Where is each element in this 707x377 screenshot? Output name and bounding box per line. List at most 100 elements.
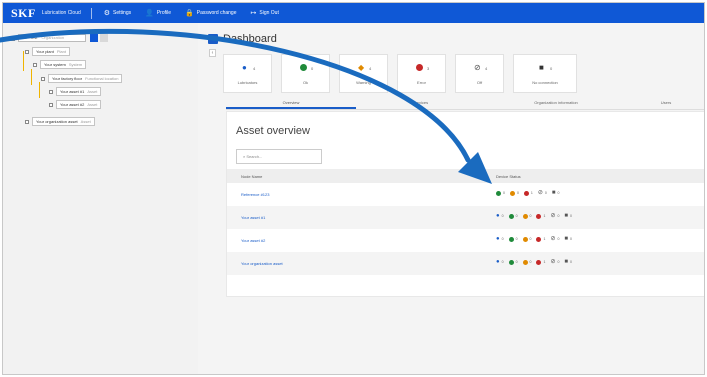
tree-root-checkbox[interactable] bbox=[10, 35, 15, 41]
person-icon: ● bbox=[496, 259, 500, 265]
tree-node-box: Your organization asset Asset bbox=[32, 117, 95, 126]
card-label: Lubricators bbox=[237, 80, 258, 85]
person-icon: ● bbox=[242, 63, 247, 72]
table-row[interactable]: Reference #123 0 0 1 ⊘ 0 ■ 0 bbox=[227, 183, 704, 206]
status-lubricators: ● 0 bbox=[496, 213, 504, 219]
status-error: 1 bbox=[523, 190, 533, 196]
card-error[interactable]: 3 Error bbox=[397, 54, 446, 93]
tab-devices[interactable]: Devices bbox=[356, 98, 486, 109]
status-count: 0 bbox=[570, 214, 572, 218]
column-header-node-name[interactable]: Node Name bbox=[241, 174, 262, 179]
card-count: 4 bbox=[253, 66, 256, 71]
status-count: 0 bbox=[515, 214, 518, 218]
status-no-connection: ■ 0 bbox=[564, 236, 572, 242]
status-lubricators: ● 0 bbox=[496, 259, 504, 265]
tree-node-plant[interactable]: Your plant Plant bbox=[25, 47, 70, 56]
organization-name: Val - Test bbox=[21, 35, 38, 40]
tree-node-checkbox[interactable] bbox=[25, 49, 29, 54]
no-connection-icon: ■ bbox=[564, 259, 569, 265]
card-label: Warning bbox=[356, 80, 371, 85]
status-warning: 0 bbox=[522, 236, 531, 242]
add-node-button[interactable] bbox=[90, 34, 98, 42]
node-name-link[interactable]: Your asset #1 bbox=[241, 215, 265, 220]
status-off: ⊘ 0 bbox=[550, 236, 559, 242]
app-window: SKF Lubrication Cloud ⚙ Settings 👤 Profi… bbox=[2, 2, 705, 375]
nav-profile[interactable]: 👤 Profile bbox=[145, 10, 171, 17]
no-connection-icon: ■ bbox=[539, 63, 544, 72]
tree-node-label: Your plant bbox=[36, 49, 54, 54]
organization-selector[interactable]: Val - Test Organization bbox=[18, 34, 86, 42]
tab-organization-information[interactable]: Organization information bbox=[486, 98, 626, 109]
tree-connector bbox=[23, 51, 24, 71]
tree-node-box: Your system System bbox=[40, 60, 87, 69]
tree-node-asset-2[interactable]: Your asset #2 Asset bbox=[49, 100, 102, 109]
app-name: Lubrication Cloud bbox=[41, 10, 81, 16]
card-off[interactable]: ⊘ 4 Off bbox=[455, 54, 504, 93]
status-count: 0 bbox=[501, 260, 504, 264]
tree-node-system[interactable]: Your system System bbox=[33, 60, 87, 69]
status-count: 1 bbox=[543, 237, 546, 241]
status-off: ⊘ 0 bbox=[538, 190, 547, 196]
tab-users[interactable]: Users bbox=[626, 98, 704, 109]
organization-meta: Organization bbox=[41, 35, 65, 40]
more-options-button[interactable] bbox=[100, 34, 108, 42]
tree-node-checkbox[interactable] bbox=[41, 76, 45, 81]
tree-connector bbox=[31, 69, 32, 85]
device-status: ● 0 0 0 1 ⊘ 0 ■ 0 bbox=[496, 213, 577, 219]
tree-node-checkbox[interactable] bbox=[25, 119, 29, 124]
table-row[interactable]: Your asset #1 ● 0 0 0 1 ⊘ 0 ■ 0 bbox=[227, 206, 704, 229]
card-warning[interactable]: ◆ 4 Warning bbox=[339, 54, 388, 93]
card-no-connection[interactable]: ■ 0 No connection bbox=[513, 54, 577, 93]
nav-sign-out[interactable]: ↦ Sign Out bbox=[251, 10, 279, 17]
node-name-link[interactable]: Your asset #2 bbox=[241, 238, 265, 243]
tree-node-checkbox[interactable] bbox=[49, 102, 53, 107]
tree-node-organization-asset[interactable]: Your organization asset Asset bbox=[25, 117, 95, 126]
ok-icon bbox=[300, 64, 307, 73]
tab-overview[interactable]: Overview bbox=[226, 98, 356, 109]
status-warning: 0 bbox=[522, 213, 531, 219]
page-title: Dashboard bbox=[223, 33, 277, 45]
user-icon: 👤 bbox=[145, 9, 154, 17]
status-error: 1 bbox=[536, 236, 546, 242]
ok-icon bbox=[508, 236, 514, 242]
status-count: 0 bbox=[557, 191, 560, 195]
nav-divider bbox=[90, 7, 92, 19]
search-input[interactable]: ⌕ Search... bbox=[236, 149, 322, 164]
status-no-connection: ■ 0 bbox=[564, 213, 572, 219]
nav-settings[interactable]: ⚙ Settings bbox=[104, 10, 131, 17]
nav-sign-out-label: Sign Out bbox=[259, 10, 279, 16]
dashboard-icon bbox=[208, 34, 218, 44]
node-name-link[interactable]: Your organization asset bbox=[241, 261, 283, 266]
table-row[interactable]: Your asset #2 ● 0 0 0 1 ⊘ 0 ■ 0 bbox=[227, 229, 704, 252]
tree-node-checkbox[interactable] bbox=[49, 89, 53, 94]
device-status: ● 0 0 0 1 ⊘ 0 ■ 0 bbox=[496, 259, 577, 265]
status-count: 0 bbox=[515, 260, 518, 264]
tree-node-factory-floor[interactable]: Your factory floor Functional location bbox=[41, 74, 123, 83]
error-icon bbox=[536, 259, 542, 265]
person-icon: ● bbox=[496, 213, 500, 219]
tree-node-label: Your asset #1 bbox=[60, 89, 85, 94]
table-row[interactable]: Your organization asset ● 0 0 0 1 ⊘ 0 ■ 0 bbox=[227, 252, 704, 275]
nav-password-change[interactable]: 🔒 Password change bbox=[185, 10, 236, 17]
status-warning: 0 bbox=[522, 259, 531, 265]
error-icon bbox=[416, 64, 423, 73]
status-cards: ● 4 Lubricators 0 Ok ◆ 4 Warning 3 Error… bbox=[223, 54, 586, 93]
status-ok: 0 bbox=[508, 213, 518, 219]
status-count: 1 bbox=[530, 191, 533, 195]
column-header-device-status[interactable]: Device Status bbox=[496, 174, 521, 179]
asset-overview-panel: Asset overview ⌕ Search... Node Name Dev… bbox=[226, 111, 704, 297]
no-connection-icon: ■ bbox=[551, 190, 556, 196]
tree-connector bbox=[39, 82, 40, 98]
status-off: ⊘ 0 bbox=[550, 259, 559, 265]
tree-node-box: Your factory floor Functional location bbox=[48, 74, 123, 83]
node-name-link[interactable]: Reference #123 bbox=[241, 192, 269, 197]
search-icon: ⌕ bbox=[243, 154, 246, 159]
card-ok[interactable]: 0 Ok bbox=[281, 54, 330, 93]
tree-node-checkbox[interactable] bbox=[33, 62, 37, 67]
tree-node-type: Asset bbox=[87, 102, 98, 107]
status-ok: 0 bbox=[508, 236, 518, 242]
tree-node-asset-1[interactable]: Your asset #1 Asset bbox=[49, 87, 102, 96]
collapse-tree-button[interactable]: ‹ bbox=[209, 49, 216, 57]
skf-logo[interactable]: SKF bbox=[11, 6, 36, 21]
card-lubricators[interactable]: ● 4 Lubricators bbox=[223, 54, 272, 93]
